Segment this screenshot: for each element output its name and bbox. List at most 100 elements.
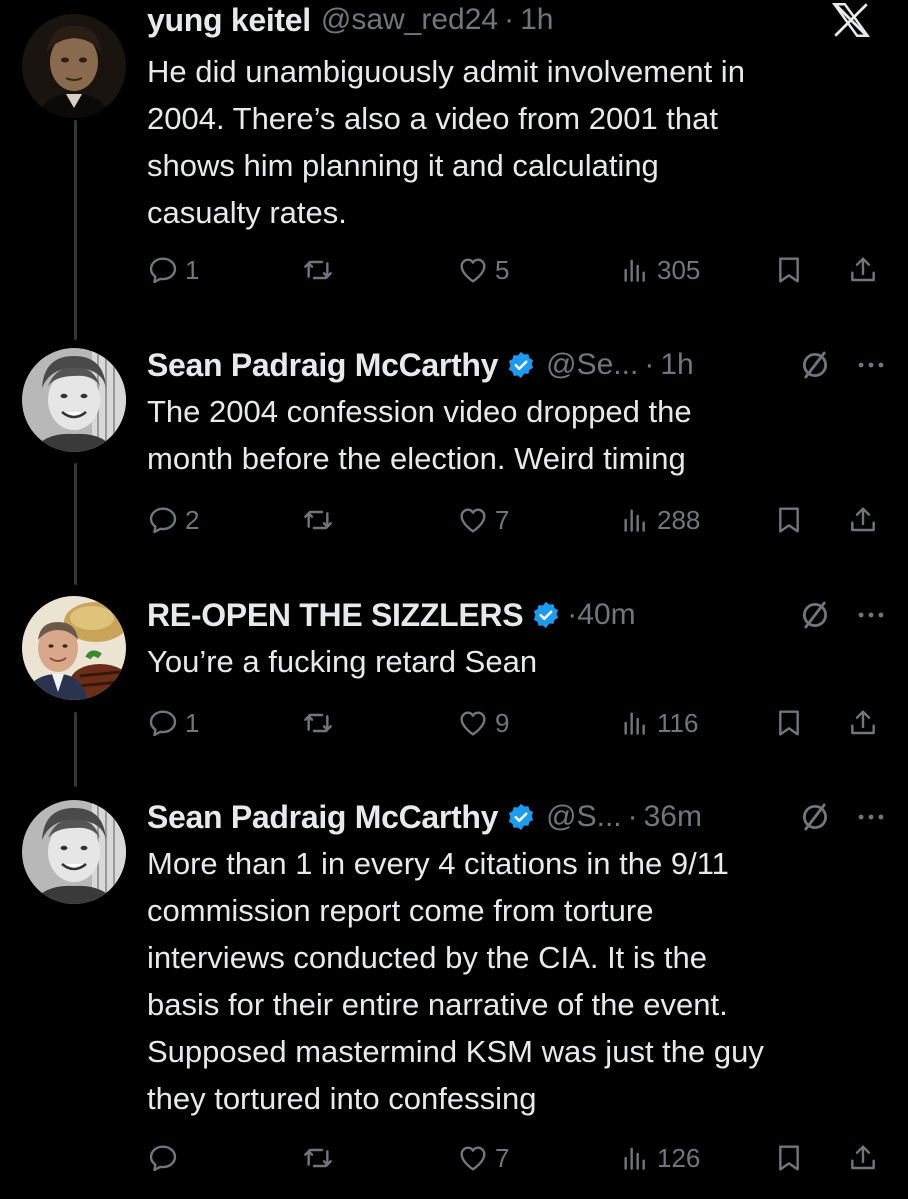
views-chart-icon: [624, 509, 645, 532]
timestamp[interactable]: 40m: [577, 598, 635, 632]
avatar[interactable]: [22, 14, 126, 118]
heart-icon: [460, 1146, 486, 1171]
action-bar: 2 7 288: [147, 502, 892, 538]
bookmark-button[interactable]: [773, 252, 805, 288]
bookmark-button[interactable]: [773, 1140, 805, 1176]
separator-dot: ·: [567, 598, 578, 631]
verified-badge-icon: [509, 803, 534, 831]
avatar[interactable]: [22, 800, 126, 904]
timestamp[interactable]: 1h: [660, 348, 693, 382]
avatar-bw-smiling-man-image: [22, 800, 126, 904]
more-icon[interactable]: [854, 598, 888, 632]
views-chart-icon: [624, 259, 645, 282]
tweet-header: RE-OPEN THE SIZZLERS · 40m: [147, 592, 888, 638]
bookmark-icon: [779, 507, 799, 533]
retweet-button[interactable]: [302, 502, 340, 538]
share-icon: [851, 710, 875, 735]
reply-icon: [149, 1145, 177, 1172]
tweet-header: yung keitel @saw_red24 · 1h: [147, 0, 888, 43]
views-button[interactable]: 126: [619, 1140, 700, 1176]
verified-badge-icon: [534, 601, 559, 629]
reply-count: 1: [185, 254, 200, 285]
retweet-button[interactable]: [302, 705, 340, 741]
tweet-text: He did unambiguously admit involvement i…: [147, 54, 745, 230]
action-bar: 1 9 116: [147, 705, 892, 741]
views-button[interactable]: 288: [619, 502, 700, 538]
author-handle[interactable]: @Se...: [546, 348, 638, 382]
heart-icon: [460, 508, 486, 533]
like-button[interactable]: 9: [457, 705, 509, 741]
bookmark-icon: [779, 257, 799, 283]
timestamp[interactable]: 36m: [644, 800, 702, 834]
share-button[interactable]: [847, 705, 879, 741]
action-bar: 1 5 305: [147, 252, 892, 288]
share-icon: [851, 257, 875, 282]
reply-count: 1: [185, 707, 200, 738]
author-name[interactable]: Sean Padraig McCarthy: [147, 799, 498, 836]
tweet[interactable]: Sean Padraig McCarthy @Se... · 1h The 20…: [0, 340, 908, 580]
reply-button[interactable]: 1: [147, 705, 199, 741]
tweet-text: More than 1 in every 4 citations in the …: [147, 846, 764, 1116]
reply-icon: [149, 507, 177, 534]
share-button[interactable]: [847, 252, 879, 288]
tweet-header: Sean Padraig McCarthy @S... · 36m: [147, 794, 888, 840]
like-button[interactable]: 5: [457, 252, 509, 288]
avatar-dark-portrait-image: [22, 14, 126, 118]
verified-badge-icon: [509, 351, 534, 379]
bookmark-button[interactable]: [773, 705, 805, 741]
more-icon[interactable]: [854, 800, 888, 834]
retweet-icon: [304, 1148, 332, 1168]
share-icon: [851, 507, 875, 532]
reply-button[interactable]: 1: [147, 252, 199, 288]
retweet-icon: [304, 260, 332, 280]
more-icon[interactable]: [854, 348, 888, 382]
views-button[interactable]: 305: [619, 252, 700, 288]
share-button[interactable]: [847, 502, 879, 538]
tweet-text: You’re a fucking retard Sean: [147, 644, 538, 679]
views-chart-icon: [624, 1147, 645, 1170]
tweet-text: The 2004 confession video dropped the mo…: [147, 394, 692, 476]
views-chart-icon: [624, 712, 645, 735]
author-handle[interactable]: @saw_red24: [321, 3, 498, 37]
like-count: 9: [495, 707, 510, 738]
like-count: 7: [495, 504, 510, 535]
separator-dot: ·: [627, 800, 638, 833]
heart-icon: [460, 258, 486, 283]
views-count: 288: [657, 504, 701, 535]
reply-button[interactable]: 2: [147, 502, 199, 538]
author-handle[interactable]: @S...: [546, 800, 621, 834]
like-button[interactable]: 7: [457, 502, 509, 538]
bookmark-button[interactable]: [773, 502, 805, 538]
views-count: 305: [657, 254, 701, 285]
mute-icon[interactable]: [798, 348, 832, 382]
tweet[interactable]: Sean Padraig McCarthy @S... · 36m More t…: [0, 792, 908, 1192]
retweet-button[interactable]: [302, 252, 340, 288]
retweet-icon: [304, 510, 332, 530]
avatar-bw-smiling-man-image: [22, 348, 126, 452]
retweet-icon: [304, 713, 332, 733]
tweet-header: Sean Padraig McCarthy @Se... · 1h: [147, 342, 888, 388]
avatar[interactable]: [22, 348, 126, 452]
reply-icon: [149, 257, 177, 284]
tweet[interactable]: yung keitel @saw_red24 · 1h He did unamb…: [0, 0, 908, 320]
views-button[interactable]: 116: [619, 705, 698, 741]
reply-count: 2: [185, 504, 200, 535]
reply-button[interactable]: [147, 1140, 185, 1176]
mute-icon[interactable]: [798, 598, 832, 632]
action-bar: 7 126: [147, 1140, 892, 1176]
timestamp[interactable]: 1h: [520, 3, 553, 37]
retweet-button[interactable]: [302, 1140, 340, 1176]
author-name[interactable]: Sean Padraig McCarthy: [147, 347, 498, 384]
tweet[interactable]: RE-OPEN THE SIZZLERS · 40m You’re a fuck…: [0, 590, 908, 790]
author-name[interactable]: RE-OPEN THE SIZZLERS: [147, 597, 524, 634]
views-count: 116: [657, 707, 699, 738]
mute-icon[interactable]: [798, 800, 832, 834]
share-button[interactable]: [847, 1140, 879, 1176]
like-button[interactable]: 7: [457, 1140, 509, 1176]
avatar[interactable]: [22, 596, 126, 700]
like-count: 5: [495, 254, 510, 285]
share-icon: [851, 1145, 875, 1170]
x-logo-icon: [831, 3, 871, 37]
author-name[interactable]: yung keitel: [147, 2, 311, 39]
views-count: 126: [657, 1142, 701, 1173]
